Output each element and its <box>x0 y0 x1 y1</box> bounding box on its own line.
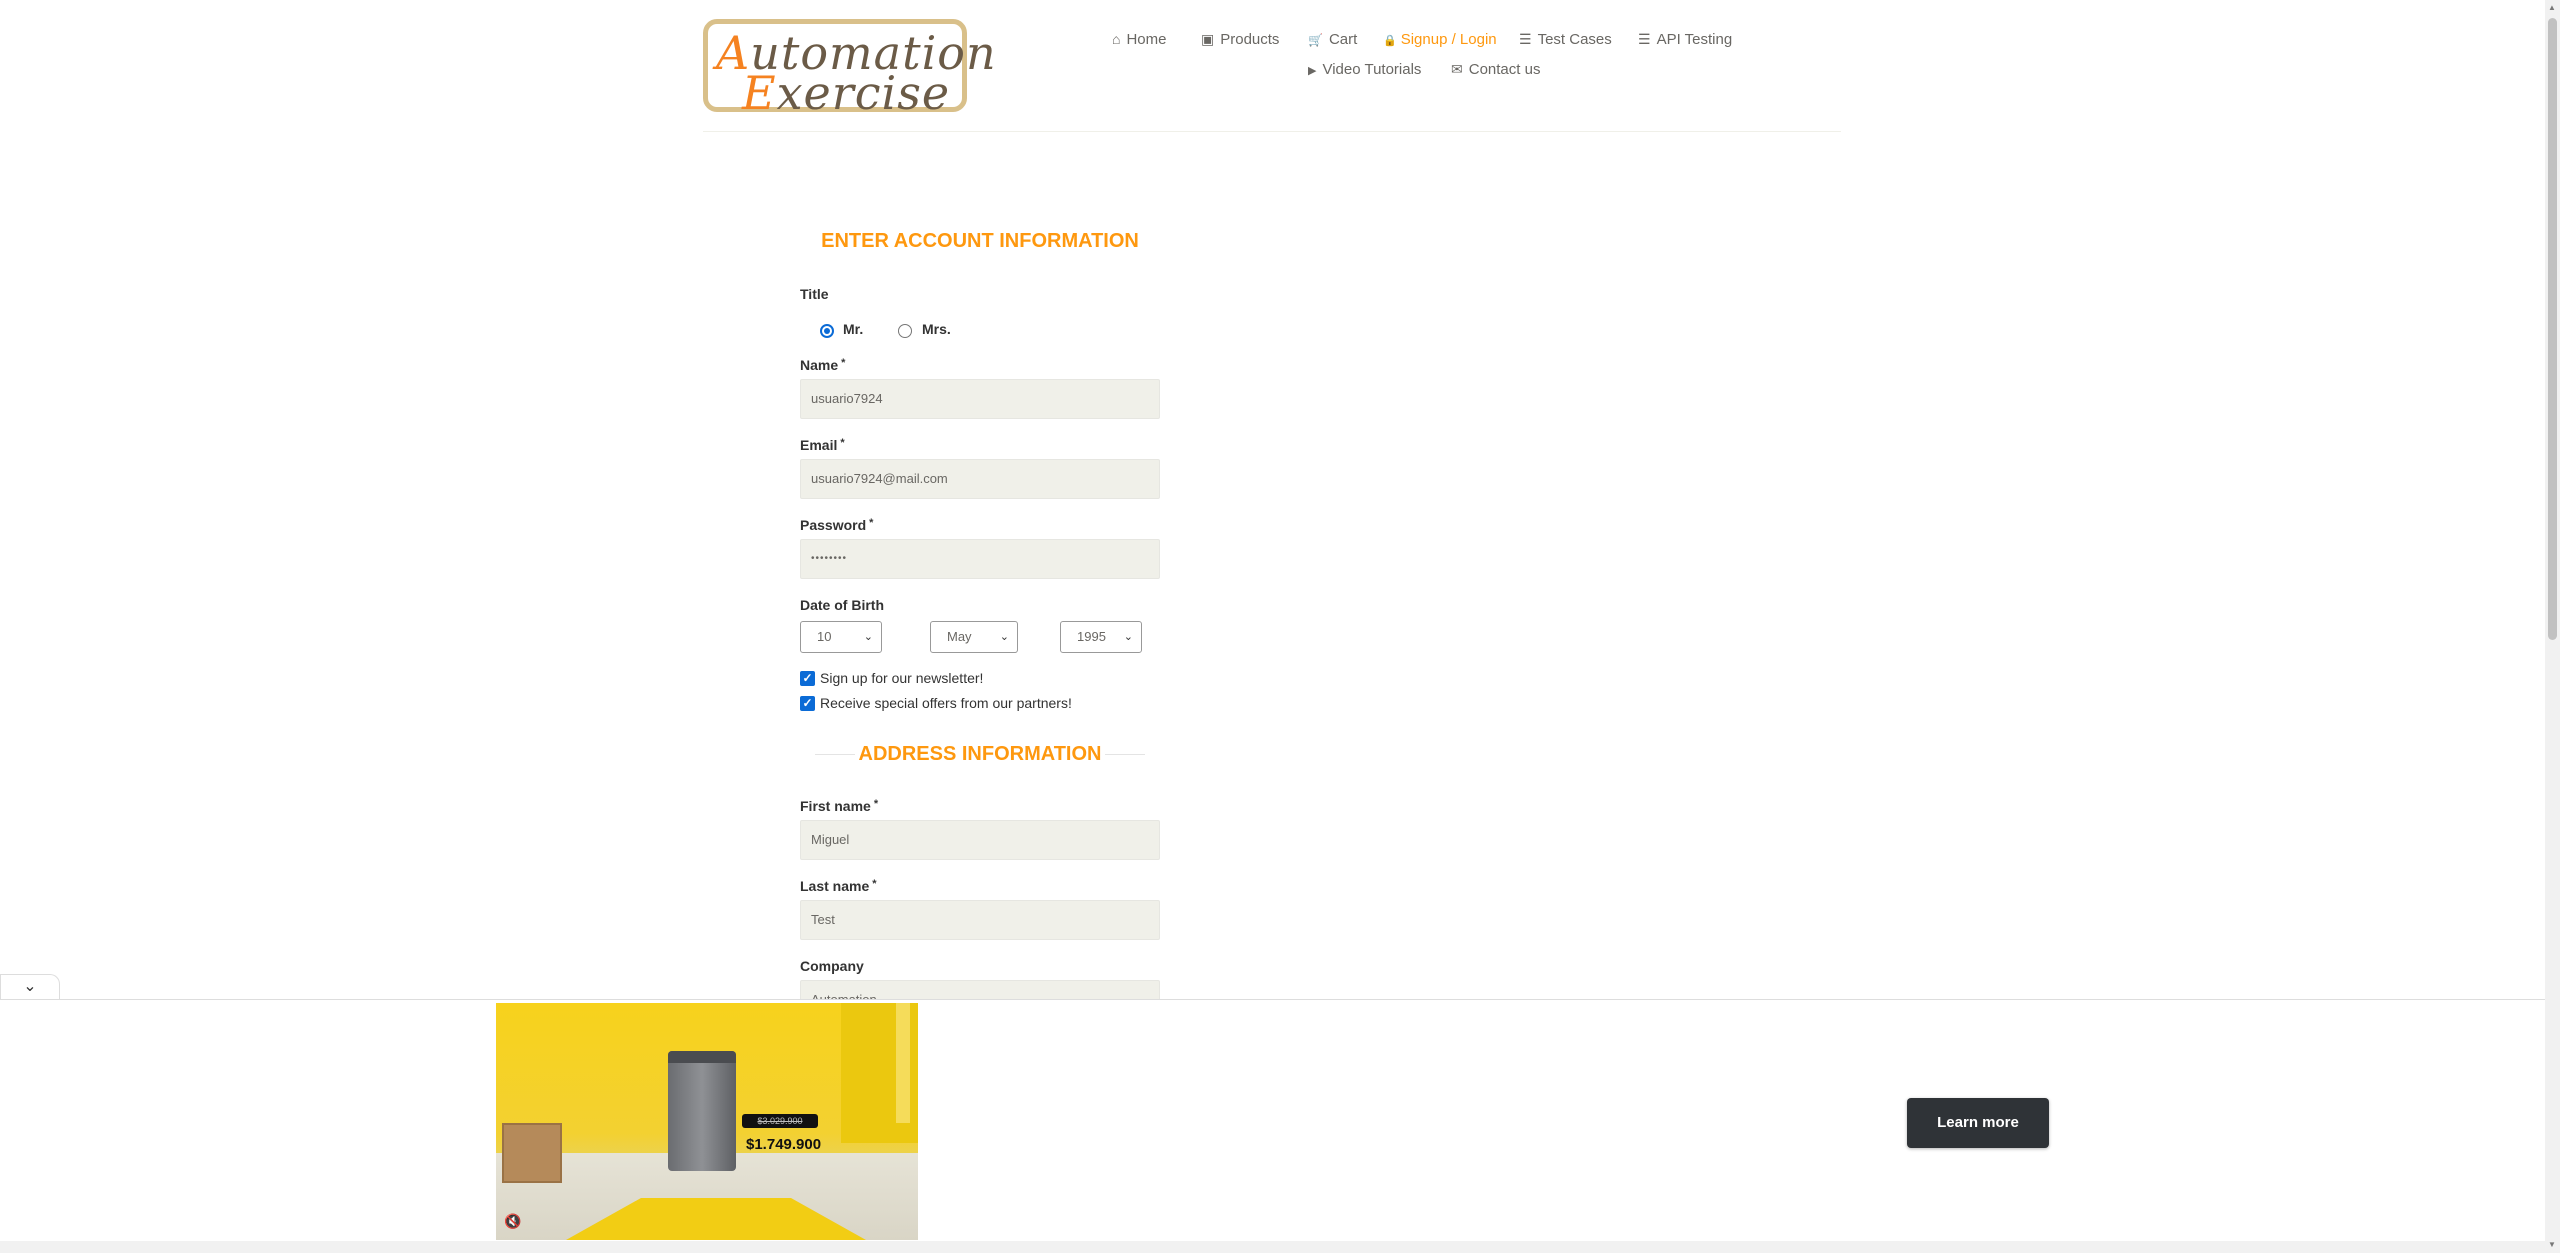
youtube-icon: ▶ <box>1308 65 1317 77</box>
envelope-icon: ✉ <box>1451 61 1463 77</box>
chevron-down-icon: ⌄ <box>863 631 873 643</box>
title-mrs-radio[interactable] <box>898 324 912 338</box>
chevron-down-icon: ⌄ <box>999 631 1009 643</box>
list-icon: ☰ <box>1638 31 1651 47</box>
ad-image[interactable]: $3.029.900 $1.749.900 🔇 <box>496 1003 918 1240</box>
logo-line-2: Exercise <box>742 66 951 120</box>
email-label: Email * <box>800 437 845 453</box>
nav-api-testing[interactable]: ☰ API Testing <box>1638 31 1732 48</box>
dob-day-select[interactable]: 10 ⌄ <box>800 621 882 653</box>
ad-boxes <box>502 1123 562 1183</box>
bottom-strip <box>0 1241 2545 1253</box>
title-label: Title <box>800 286 829 302</box>
home-icon: ⌂ <box>1112 31 1121 47</box>
ad-banner <box>0 999 2545 1241</box>
ad-old-price: $3.029.900 <box>742 1114 818 1128</box>
title-mr-label[interactable]: Mr. <box>843 321 863 337</box>
first-name-label: First name * <box>800 798 879 814</box>
special-offers-checkbox[interactable]: ✓ <box>800 696 815 711</box>
last-name-label: Last name * <box>800 878 877 894</box>
ad-column <box>896 1003 910 1123</box>
site-logo[interactable]: Automation Exercise <box>703 19 996 120</box>
dob-label: Date of Birth <box>800 597 884 613</box>
washing-machine-image <box>668 1051 736 1171</box>
special-offers-label[interactable]: Receive special offers from our partners… <box>820 695 1072 711</box>
nav-video-tutorials[interactable]: ▶ Video Tutorials <box>1308 61 1421 78</box>
nav-products[interactable]: ▣ Products <box>1201 31 1279 48</box>
products-icon: ▣ <box>1201 31 1215 47</box>
cart-icon: 🛒 <box>1308 33 1323 47</box>
dob-month-select[interactable]: May ⌄ <box>930 621 1018 653</box>
chevron-down-icon: ⌄ <box>23 978 37 995</box>
nav-signup-login[interactable]: 🔒 Signup / Login <box>1383 31 1497 48</box>
nav-home[interactable]: ⌂ Home <box>1112 31 1166 48</box>
dob-year-select[interactable]: 1995 ⌄ <box>1060 621 1142 653</box>
nav-test-cases[interactable]: ☰ Test Cases <box>1519 31 1612 48</box>
first-name-input[interactable]: Miguel <box>800 820 1160 860</box>
scrollbar-thumb[interactable] <box>2548 18 2557 640</box>
newsletter-checkbox[interactable]: ✓ <box>800 671 815 686</box>
scroll-down-arrow-icon[interactable]: ▼ <box>2548 1240 2556 1249</box>
ad-price: $1.749.900 <box>746 1136 822 1153</box>
company-label: Company <box>800 958 864 974</box>
account-info-heading: ENTER ACCOUNT INFORMATION <box>821 230 1139 252</box>
scroll-up-arrow-icon[interactable]: ▲ <box>2548 3 2556 12</box>
address-info-heading: ADDRESS INFORMATION <box>858 743 1102 765</box>
title-mr-radio[interactable] <box>820 324 834 338</box>
name-input[interactable]: usuario7924 <box>800 379 1160 419</box>
learn-more-button[interactable]: Learn more <box>1907 1098 2049 1148</box>
list-icon: ☰ <box>1519 31 1532 47</box>
title-mrs-label[interactable]: Mrs. <box>922 321 951 337</box>
lock-icon: 🔒 <box>1383 35 1397 47</box>
password-input[interactable]: •••••••• <box>800 539 1160 579</box>
name-label: Name * <box>800 357 846 373</box>
nav-cart[interactable]: 🛒 Cart <box>1308 31 1357 48</box>
speaker-muted-icon[interactable]: 🔇 <box>504 1213 521 1230</box>
newsletter-label[interactable]: Sign up for our newsletter! <box>820 670 983 686</box>
ad-collapse-toggle[interactable]: ⌄ <box>0 974 60 999</box>
last-name-input[interactable]: Test <box>800 900 1160 940</box>
header-divider <box>703 131 1841 132</box>
email-input[interactable]: usuario7924@mail.com <box>800 459 1160 499</box>
password-label: Password * <box>800 517 874 533</box>
nav-contact-us[interactable]: ✉ Contact us <box>1451 61 1540 78</box>
chevron-down-icon: ⌄ <box>1123 631 1133 643</box>
